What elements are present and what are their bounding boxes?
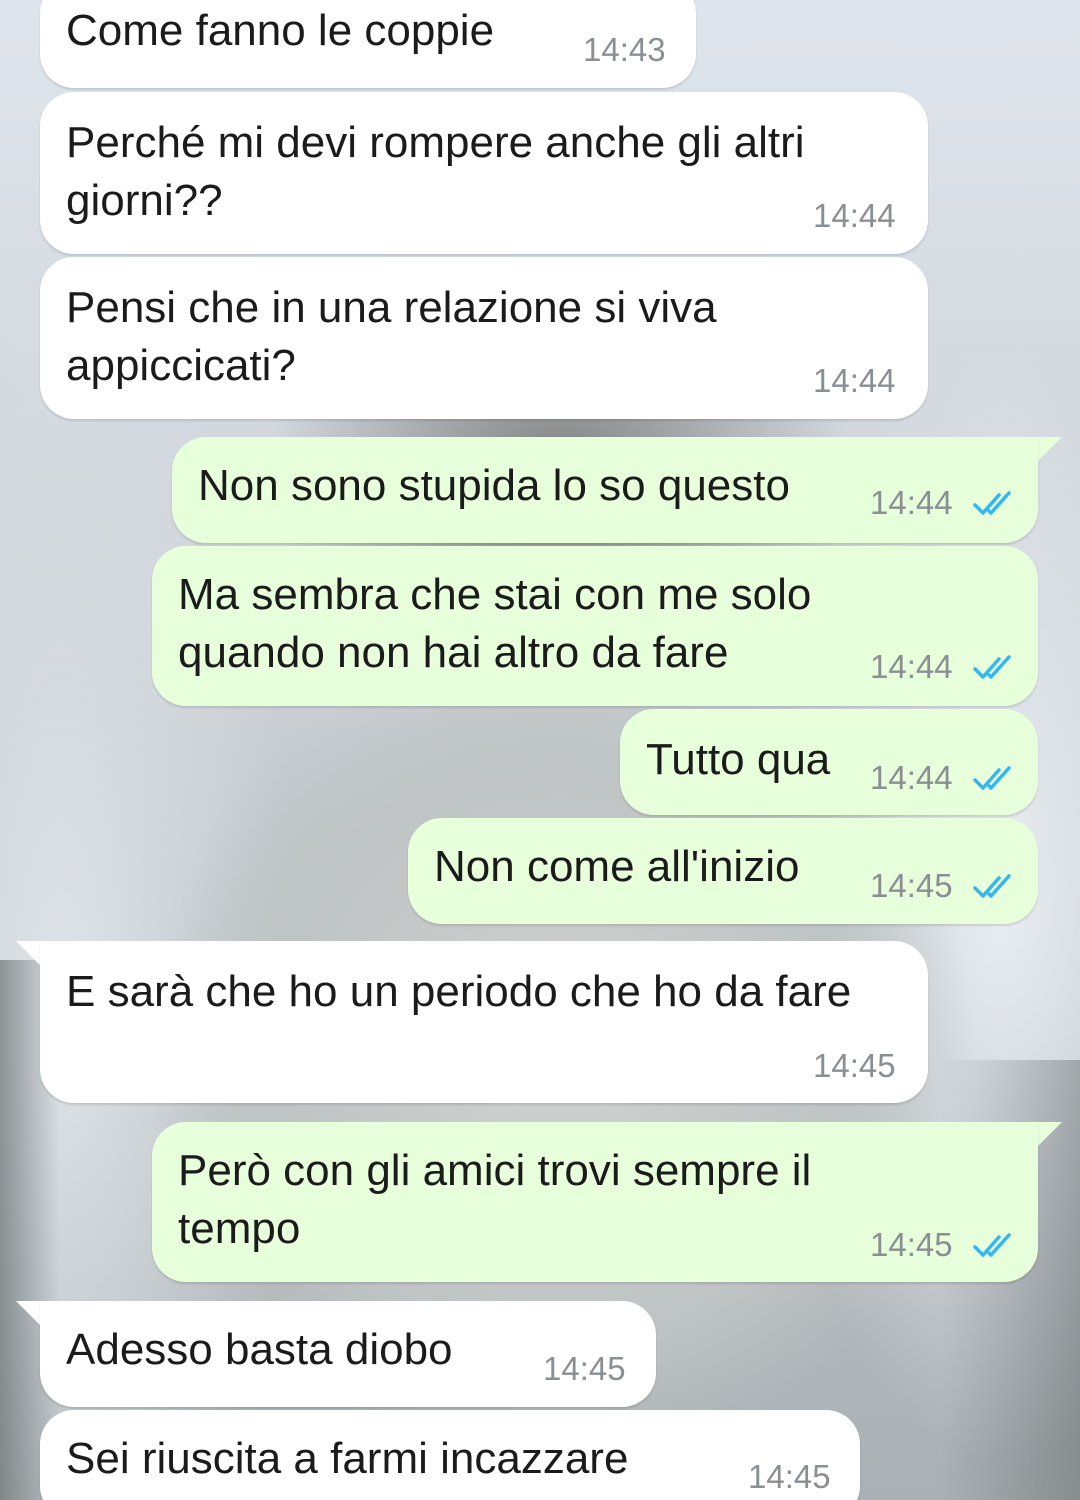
message-text-line: appiccicati? (66, 341, 296, 390)
double-check-icon (972, 872, 1016, 902)
message-time: 14:45 (748, 1458, 831, 1495)
message-time: 14:44 (813, 197, 896, 234)
bubble-tail (16, 1301, 42, 1327)
message-text: Tutto qua (646, 735, 831, 784)
message-time: 14:44 (870, 648, 953, 685)
message-bubble-incoming[interactable]: Sei riuscita a farmi incazzare 14:45 (40, 1410, 860, 1500)
bubble-tail (1036, 437, 1062, 463)
message-text: Non come all'inizio (434, 842, 800, 891)
message-text-line: Però con gli amici trovi sempre il (178, 1146, 812, 1195)
double-check-icon (972, 653, 1016, 683)
message-time: 14:44 (813, 362, 896, 399)
message-bubble-incoming[interactable]: Come fanno le coppie 14:43 (40, 0, 696, 88)
double-check-icon (972, 764, 1016, 794)
message-time: 14:43 (583, 31, 666, 68)
message-text-line: Perché mi devi rompere anche gli altri (66, 118, 805, 167)
double-check-icon (972, 1231, 1016, 1261)
message-time: 14:45 (813, 1047, 896, 1084)
message-bubble-incoming[interactable]: Adesso basta diobo 14:45 (40, 1301, 656, 1407)
double-check-icon (972, 489, 1016, 519)
message-bubble-outgoing[interactable]: Non sono stupida lo so questo 14:44 (172, 437, 1038, 543)
message-text: Non sono stupida lo so questo (198, 461, 790, 510)
message-bubble-incoming[interactable]: Perché mi devi rompere anche gli altri g… (40, 92, 928, 254)
message-text-line: tempo (178, 1204, 301, 1253)
message-bubble-outgoing[interactable]: Non come all'inizio 14:45 (408, 818, 1038, 924)
message-bubble-incoming[interactable]: E sarà che ho un periodo che ho da fare … (40, 941, 928, 1103)
message-text: Sei riuscita a farmi incazzare (66, 1434, 629, 1483)
message-bubble-outgoing[interactable]: Tutto qua 14:44 (620, 709, 1038, 815)
message-time: 14:44 (870, 759, 953, 796)
message-time: 14:45 (870, 1226, 953, 1263)
message-bubble-outgoing[interactable]: Ma sembra che stai con me solo quando no… (152, 546, 1038, 706)
message-time: 14:45 (870, 867, 953, 904)
message-time: 14:45 (543, 1350, 626, 1387)
message-text-line: Pensi che in una relazione si viva (66, 283, 717, 332)
bubble-tail (1036, 1122, 1062, 1148)
message-text: E sarà che ho un periodo che ho da fare (66, 967, 852, 1016)
message-text-line: Ma sembra che stai con me solo (178, 570, 812, 619)
message-text-line: quando non hai altro da fare (178, 628, 729, 677)
message-time: 14:44 (870, 484, 953, 521)
message-text-line: giorni?? (66, 176, 223, 225)
message-text: Adesso basta diobo (66, 1325, 453, 1374)
message-bubble-incoming[interactable]: Pensi che in una relazione si viva appic… (40, 257, 928, 419)
message-text: Come fanno le coppie (66, 6, 495, 55)
bubble-tail (16, 941, 42, 967)
message-bubble-outgoing[interactable]: Però con gli amici trovi sempre il tempo… (152, 1122, 1038, 1282)
